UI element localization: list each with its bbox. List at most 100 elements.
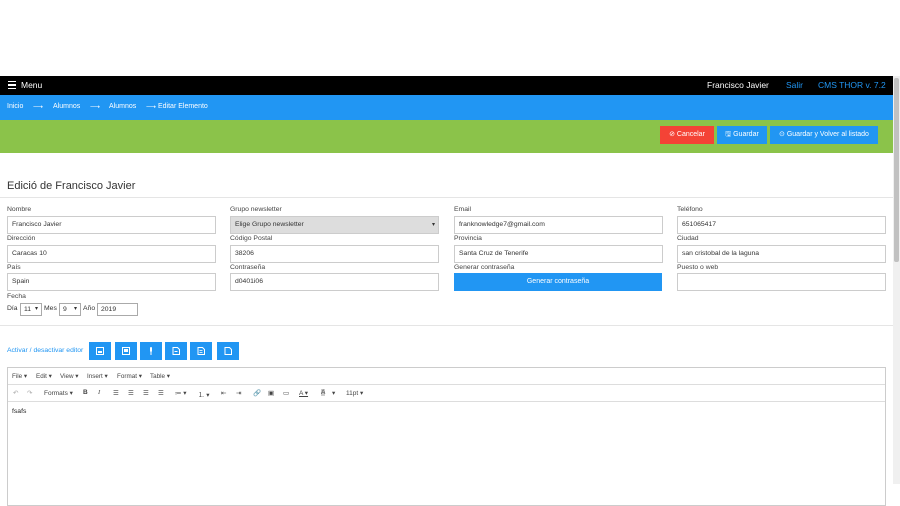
email-input[interactable]: franknowledge7@gmail.com — [454, 216, 663, 234]
file-icon — [122, 347, 130, 355]
scrollbar-thumb[interactable] — [894, 78, 899, 262]
ciudad-input[interactable]: san cristobal de la laguna — [677, 245, 886, 263]
menu-file-label: File — [12, 373, 23, 380]
puesto-input[interactable] — [677, 273, 886, 291]
microphone-icon — [150, 347, 152, 355]
cp-label: Código Postal — [230, 235, 273, 242]
ciudad-label: Ciudad — [677, 235, 699, 242]
mes-select[interactable]: 9 ▾ — [59, 303, 81, 316]
background-color-caret-icon[interactable]: ▾ — [332, 389, 335, 397]
bullet-list-icon[interactable]: ≔ ▾ — [175, 389, 187, 397]
dia-select[interactable]: 11 ▾ — [20, 303, 42, 316]
grupo-select[interactable]: Elige Grupo newsletter ▾ — [230, 216, 439, 234]
hamburger-menu-icon[interactable] — [8, 81, 16, 89]
menu-view[interactable]: View ▾ — [60, 373, 78, 380]
puesto-label: Puesto o web — [677, 264, 719, 271]
italic-icon[interactable]: I — [98, 389, 100, 396]
provincia-label: Provincia — [454, 235, 482, 242]
cancel-button[interactable]: ⊘ Cancelar — [660, 126, 714, 144]
font-size-dropdown[interactable]: 11pt ▾ — [346, 389, 363, 397]
page-scrollbar[interactable] — [893, 76, 900, 484]
menu-table[interactable]: Table ▾ — [150, 373, 170, 380]
font-size-value: 11pt — [346, 390, 359, 397]
menu-table-label: Table — [150, 373, 166, 380]
text-color-icon[interactable]: A ▾ — [299, 389, 308, 397]
dia-value: 11 — [24, 306, 32, 313]
formats-dropdown[interactable]: Formats ▾ — [44, 389, 73, 397]
background-color-icon[interactable]: A — [321, 389, 326, 396]
media-icon[interactable]: ▭ — [283, 389, 289, 397]
dia-label: Día — [7, 305, 18, 312]
editor-menubar: File ▾ Edit ▾ View ▾ Insert ▾ Format ▾ T… — [8, 368, 885, 385]
direccion-input[interactable]: Caracas 10 — [7, 245, 216, 263]
breadcrumb-inicio[interactable]: Inicio — [7, 103, 23, 110]
breadcrumb: Inicio ⟶ Alumnos ⟶ Alumnos ⟶ Editar Elem… — [0, 95, 893, 120]
mes-label: Mes — [44, 305, 57, 312]
file-button[interactable] — [115, 342, 137, 360]
pdf-icon — [172, 347, 180, 355]
menu-edit-label: Edit — [36, 373, 47, 380]
menu-view-label: View — [60, 373, 74, 380]
save-button[interactable]: 🖫 Guardar — [717, 126, 767, 144]
editor-content[interactable]: fsafs — [12, 408, 26, 415]
microphone-button[interactable] — [140, 342, 162, 360]
menu-edit[interactable]: Edit ▾ — [36, 373, 52, 380]
grupo-label: Grupo newsletter — [230, 206, 282, 213]
cms-version-link[interactable]: CMS THOR v. 7.2 — [818, 80, 886, 90]
fecha-label: Fecha — [7, 293, 26, 300]
menu-file[interactable]: File ▾ — [12, 373, 27, 380]
link-icon[interactable]: 🔗 — [253, 389, 261, 397]
toggle-editor-link[interactable]: Activar / desactivar editor — [7, 347, 83, 354]
editor-toolbar: ↶ ↷ Formats ▾ B I ☰ ☰ ☰ ☰ ≔ ▾ ⒈ ▾ ⇤ ⇥ 🔗 … — [8, 385, 885, 402]
dropdown-caret-icon: ▾ — [34, 306, 38, 312]
align-left-icon[interactable]: ☰ — [113, 389, 119, 397]
blank-document-button[interactable] — [217, 342, 239, 360]
breadcrumb-alumnos-2[interactable]: Alumnos — [109, 103, 136, 110]
password-label: Contraseña — [230, 264, 266, 271]
breadcrumb-alumnos-1[interactable]: Alumnos — [53, 103, 80, 110]
divider — [0, 197, 893, 198]
save-button-label: Guardar — [733, 131, 759, 138]
breadcrumb-separator-icon: ⟶ — [33, 104, 44, 111]
document-icon — [197, 347, 205, 355]
pais-input[interactable]: Spain — [7, 273, 216, 291]
justify-icon[interactable]: ☰ — [158, 389, 164, 397]
rich-text-editor: File ▾ Edit ▾ View ▾ Insert ▾ Format ▾ T… — [7, 367, 886, 506]
outdent-icon[interactable]: ⇤ — [221, 389, 226, 397]
insert-image-icon[interactable]: ▣ — [268, 389, 274, 397]
user-name: Francisco Javier — [707, 80, 769, 90]
breadcrumb-separator-icon: ⟶ — [90, 104, 101, 111]
breadcrumb-separator-icon: ⟶ — [146, 104, 157, 111]
action-bar: ⊘ Cancelar 🖫 Guardar ⊙ Guardar y Volver … — [0, 120, 893, 153]
menu-label[interactable]: Menu — [21, 80, 42, 90]
menu-format[interactable]: Format ▾ — [117, 373, 142, 380]
logout-link[interactable]: Salir — [786, 80, 803, 90]
bold-icon[interactable]: B — [83, 389, 88, 396]
email-label: Email — [454, 206, 471, 213]
undo-icon[interactable]: ↶ — [13, 389, 18, 397]
align-right-icon[interactable]: ☰ — [143, 389, 149, 397]
menu-insert[interactable]: Insert ▾ — [87, 373, 108, 380]
page-title: Edició de Francisco Javier — [7, 180, 136, 192]
provincia-input[interactable]: Santa Cruz de Tenerife — [454, 245, 663, 263]
breadcrumb-editar: Editar Elemento — [158, 103, 208, 110]
document-button[interactable] — [190, 342, 212, 360]
telefono-label: Teléfono — [677, 206, 703, 213]
menu-format-label: Format — [117, 373, 137, 380]
anio-input[interactable]: 2019 — [97, 303, 138, 316]
indent-icon[interactable]: ⇥ — [236, 389, 241, 397]
password-input[interactable]: d0401i06 — [230, 273, 439, 291]
telefono-input[interactable]: 651065417 — [677, 216, 886, 234]
anio-label: Año — [83, 305, 96, 312]
generate-password-button[interactable]: Generar contraseña — [454, 273, 662, 291]
cp-input[interactable]: 38206 — [230, 245, 439, 263]
align-center-icon[interactable]: ☰ — [128, 389, 134, 397]
circle-arrow-icon: ⊙ — [779, 131, 787, 138]
gen-password-label: Generar contraseña — [454, 264, 515, 271]
numbered-list-icon[interactable]: ⒈ ▾ — [198, 389, 210, 399]
pdf-button[interactable] — [165, 342, 187, 360]
redo-icon[interactable]: ↷ — [27, 389, 32, 397]
save-and-back-button[interactable]: ⊙ Guardar y Volver al listado — [770, 126, 878, 144]
nombre-input[interactable]: Francisco Javier — [7, 216, 216, 234]
image-button[interactable] — [89, 342, 111, 360]
